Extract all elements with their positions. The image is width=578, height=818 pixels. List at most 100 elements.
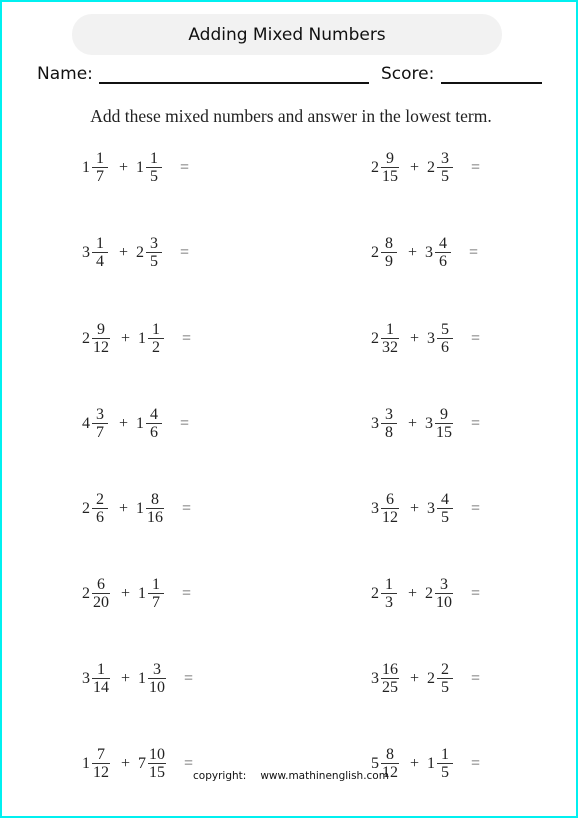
denominator: 5 — [441, 679, 450, 696]
fraction: 6 12 — [381, 491, 399, 526]
fraction: 1 4 — [92, 235, 108, 270]
plus-sign: + — [410, 329, 420, 347]
numerator: 8 — [151, 491, 160, 508]
problem-item: 2 2 6 + 1 8 16 = — [82, 491, 191, 526]
whole-number: 2 — [136, 243, 145, 261]
denominator: 14 — [93, 679, 109, 696]
website-link[interactable]: www.mathinenglish.com — [260, 770, 389, 782]
fraction: 3 5 — [437, 150, 454, 185]
fraction: 3 10 — [148, 661, 167, 696]
numerator: 4 — [150, 406, 159, 423]
worksheet-page: Adding Mixed Numbers Name: Score: Add th… — [0, 0, 578, 818]
fraction: 8 16 — [146, 491, 165, 526]
denominator: 7 — [152, 594, 161, 611]
fraction: 6 20 — [92, 576, 110, 611]
whole-number: 2 — [427, 669, 436, 687]
numerator: 1 — [96, 235, 104, 252]
whole-number: 2 — [371, 158, 379, 176]
equals-sign: = — [469, 243, 479, 261]
numerator: 1 — [385, 576, 393, 593]
fraction: 4 6 — [435, 235, 452, 270]
whole-number: 2 — [425, 584, 434, 602]
whole-number: 3 — [82, 669, 90, 687]
problem-item: 4 3 7 + 1 4 6 = — [82, 406, 189, 441]
numerator: 6 — [386, 491, 394, 508]
worksheet-title: Adding Mixed Numbers — [188, 24, 386, 45]
whole-number: 1 — [136, 158, 145, 176]
whole-number: 1 — [138, 584, 147, 602]
whole-number: 3 — [82, 243, 90, 261]
name-field-line[interactable] — [99, 82, 369, 84]
numerator: 6 — [97, 576, 105, 593]
problem-item: 2 1 3 + 2 3 10 = — [371, 576, 480, 611]
denominator: 7 — [96, 424, 104, 441]
numerator: 1 — [150, 150, 159, 167]
whole-number: 1 — [138, 669, 147, 687]
plus-sign: + — [410, 158, 420, 176]
name-label: Name: — [37, 64, 93, 84]
worksheet-title-banner: Adding Mixed Numbers — [72, 14, 502, 55]
plus-sign: + — [119, 243, 129, 261]
plus-sign: + — [121, 669, 131, 687]
whole-number: 3 — [427, 329, 436, 347]
numerator: 5 — [441, 321, 450, 338]
equals-sign: = — [180, 243, 190, 261]
fraction: 3 8 — [381, 406, 397, 441]
whole-number: 2 — [82, 329, 90, 347]
fraction: 1 3 — [381, 576, 397, 611]
equals-sign: = — [182, 499, 192, 517]
problem-item: 2 9 12 + 1 1 2 = — [82, 321, 191, 356]
equals-sign: = — [182, 329, 192, 347]
denominator: 2 — [152, 339, 161, 356]
denominator: 5 — [441, 168, 450, 185]
whole-number: 2 — [371, 243, 379, 261]
denominator: 3 — [385, 594, 393, 611]
denominator: 6 — [150, 424, 159, 441]
fraction: 16 25 — [381, 661, 399, 696]
numerator: 1 — [96, 150, 104, 167]
numerator: 1 — [152, 321, 161, 338]
fraction: 1 14 — [92, 661, 110, 696]
plus-sign: + — [410, 669, 420, 687]
whole-number: 1 — [138, 329, 147, 347]
whole-number: 2 — [371, 584, 379, 602]
numerator: 8 — [386, 746, 394, 763]
numerator: 2 — [96, 491, 104, 508]
problem-item: 2 9 15 + 2 3 5 = — [371, 150, 480, 185]
numerator: 9 — [386, 150, 394, 167]
plus-sign: + — [121, 584, 131, 602]
whole-number: 3 — [371, 499, 379, 517]
fraction: 2 5 — [437, 661, 454, 696]
numerator: 4 — [441, 491, 450, 508]
whole-number: 3 — [371, 669, 379, 687]
fraction: 1 2 — [148, 321, 165, 356]
fraction: 5 6 — [437, 321, 454, 356]
plus-sign: + — [119, 499, 129, 517]
fraction: 4 5 — [437, 491, 454, 526]
whole-number: 1 — [136, 499, 145, 517]
denominator: 15 — [382, 168, 398, 185]
numerator: 8 — [385, 235, 393, 252]
numerator: 3 — [441, 150, 450, 167]
problem-item: 2 8 9 + 3 4 6 = — [371, 235, 478, 270]
denominator: 16 — [147, 509, 164, 526]
numerator: 1 — [441, 746, 450, 763]
fraction: 8 9 — [381, 235, 397, 270]
equals-sign: = — [180, 414, 190, 432]
denominator: 12 — [93, 339, 109, 356]
denominator: 15 — [436, 424, 453, 441]
numerator: 3 — [153, 661, 162, 678]
numerator: 16 — [382, 661, 398, 678]
problem-item: 3 3 8 + 3 9 15 = — [371, 406, 480, 441]
equals-sign: = — [471, 499, 481, 517]
denominator: 5 — [441, 509, 450, 526]
fraction: 1 7 — [92, 150, 108, 185]
denominator: 4 — [96, 253, 104, 270]
fraction: 3 7 — [92, 406, 108, 441]
denominator: 20 — [93, 594, 109, 611]
denominator: 6 — [441, 339, 450, 356]
score-field-line[interactable] — [441, 82, 542, 84]
fraction: 2 6 — [92, 491, 108, 526]
equals-sign: = — [471, 329, 481, 347]
denominator: 5 — [150, 168, 159, 185]
